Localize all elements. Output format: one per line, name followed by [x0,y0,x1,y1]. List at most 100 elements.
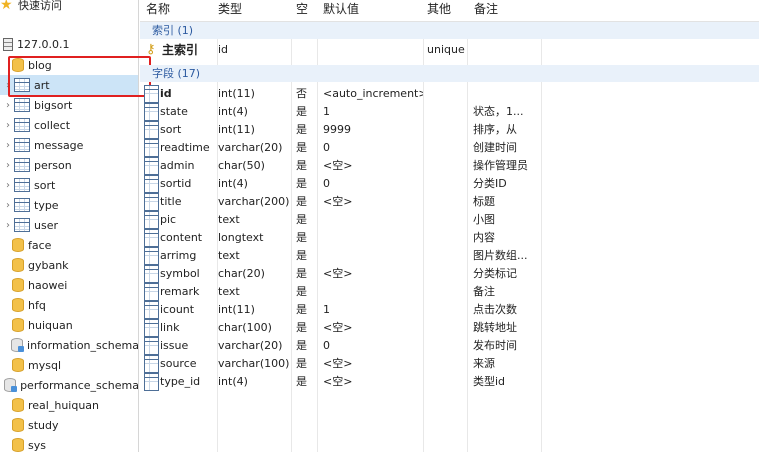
header-other[interactable]: 其他 [427,0,451,22]
expander[interactable] [0,315,12,335]
database-item[interactable]: huiquan [0,315,138,335]
field-default: <空> [323,159,353,172]
field-type: varchar(200) [218,195,290,208]
index-row[interactable]: ⚷ 主索引 id unique [140,41,759,59]
table-item[interactable]: › sort [0,175,138,195]
field-row[interactable]: sort int(11) 是 9999 排序，从 [140,121,759,139]
field-row[interactable]: issue varchar(20) 是 0 发布时间 [140,337,759,355]
table-item[interactable]: › collect [0,115,138,135]
field-row[interactable]: sortid int(4) 是 0 分类ID [140,175,759,193]
tree-item-label: study [28,418,59,432]
connection-item[interactable]: 127.0.0.1 [0,34,138,54]
chevron-right-icon[interactable]: › [2,195,14,215]
tree-item-label: bigsort [34,98,73,112]
chevron-right-icon[interactable]: › [2,155,14,175]
expander[interactable] [0,295,12,315]
database-icon [12,278,24,292]
database-item[interactable]: study [0,415,138,435]
tree-item-label: hfq [28,298,46,312]
database-item[interactable]: mysql [0,355,138,375]
chevron-right-icon[interactable]: › [2,215,14,235]
table-item[interactable]: › user [0,215,138,235]
index-section[interactable]: 索引 (1) [140,22,759,39]
database-icon [12,418,24,432]
field-default: 1 [323,303,330,316]
header-type[interactable]: 类型 [218,0,242,22]
field-row[interactable]: admin char(50) 是 <空> 操作管理员 [140,157,759,175]
chevron-right-icon[interactable]: › [2,135,14,155]
table-icon [14,198,30,212]
field-null: 是 [296,267,307,280]
expander[interactable] [0,235,12,255]
table-item[interactable]: › type [0,195,138,215]
field-row[interactable]: id int(11) 否 <auto_increment> [140,85,759,103]
database-item[interactable]: information_schema [0,335,138,355]
table-item[interactable]: › art [0,75,138,95]
field-row[interactable]: link char(100) 是 <空> 跳转地址 [140,319,759,337]
field-default [323,247,423,265]
field-icon [144,247,159,265]
field-name: icount [160,303,195,316]
field-row[interactable]: source varchar(100) 是 <空> 来源 [140,355,759,373]
field-row[interactable]: icount int(11) 是 1 点击次数 [140,301,759,319]
field-row[interactable]: title varchar(200) 是 <空> 标题 [140,193,759,211]
database-item[interactable]: real_huiquan [0,395,138,415]
quick-access-item[interactable]: ★ 快速访问 [0,0,138,15]
chevron-right-icon[interactable]: › [2,75,14,95]
field-row[interactable]: arrimg text 是 图片数组... [140,247,759,265]
expander[interactable] [0,415,12,435]
header-default[interactable]: 默认值 [323,0,359,22]
field-null: 是 [296,159,307,172]
field-row[interactable]: symbol char(20) 是 <空> 分类标记 [140,265,759,283]
chevron-right-icon[interactable]: › [2,115,14,135]
expander[interactable] [0,275,12,295]
header-null[interactable]: 空 [296,0,308,22]
field-note: 内容 [473,231,495,244]
field-icon [144,319,159,337]
table-icon [14,98,30,112]
field-row[interactable]: pic text 是 小图 [140,211,759,229]
field-default: <空> [323,267,353,280]
database-item[interactable]: haowei [0,275,138,295]
header-note[interactable]: 备注 [474,0,498,22]
expander[interactable] [0,395,12,415]
primary-key-field-icon [144,85,159,103]
field-row[interactable]: content longtext 是 内容 [140,229,759,247]
server-icon [3,37,13,51]
field-note: 状态，1... [473,105,524,118]
database-item[interactable]: blog [0,55,138,75]
field-null: 是 [296,141,307,154]
expander[interactable] [0,255,12,275]
database-item[interactable]: sys [0,435,138,452]
field-row[interactable]: remark text 是 备注 [140,283,759,301]
field-type: varchar(100) [218,357,290,370]
database-icon [12,438,24,452]
field-type: int(4) [218,105,248,118]
expander[interactable] [0,355,12,375]
expander[interactable] [0,435,12,452]
field-null: 是 [296,375,307,388]
expander[interactable] [0,55,12,75]
table-item[interactable]: › bigsort [0,95,138,115]
chevron-right-icon[interactable]: › [2,95,14,115]
database-item[interactable]: performance_schema [0,375,138,395]
tree-item-label: person [34,158,72,172]
field-name: pic [160,213,177,226]
field-default [323,283,423,301]
field-row[interactable]: type_id int(4) 是 <空> 类型id [140,373,759,391]
field-row[interactable]: state int(4) 是 1 状态，1... [140,103,759,121]
table-item[interactable]: › message [0,135,138,155]
field-icon [144,139,159,157]
expander[interactable] [0,335,11,355]
tree-item-label: mysql [28,358,61,372]
field-section[interactable]: 字段 (17) [140,65,759,82]
database-item[interactable]: gybank [0,255,138,275]
database-item[interactable]: face [0,235,138,255]
table-item[interactable]: › person [0,155,138,175]
database-icon [12,318,24,332]
field-row[interactable]: readtime varchar(20) 是 0 创建时间 [140,139,759,157]
header-name[interactable]: 名称 [146,0,170,22]
chevron-right-icon[interactable]: › [2,175,14,195]
database-item[interactable]: hfq [0,295,138,315]
database-icon [12,58,24,72]
